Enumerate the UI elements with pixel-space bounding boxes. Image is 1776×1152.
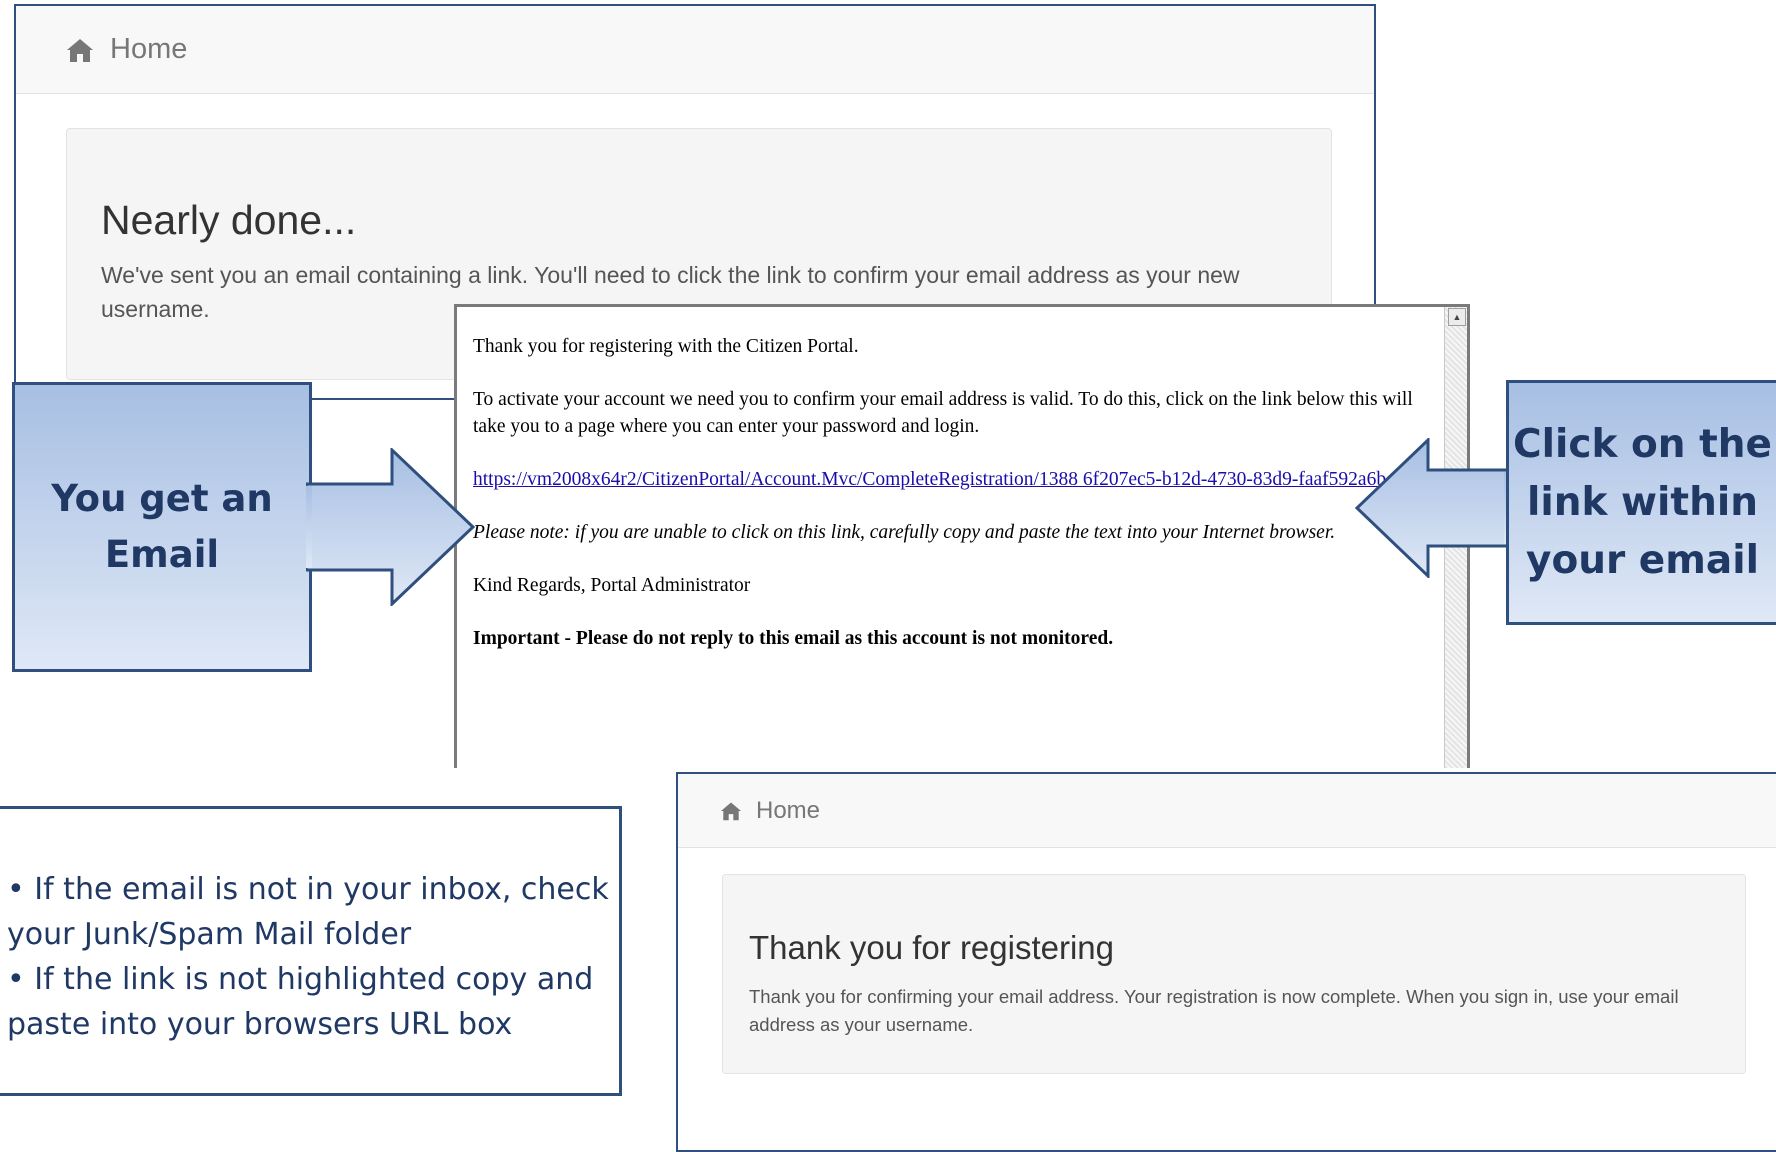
email-regards: Kind Regards, Portal Administrator xyxy=(473,575,751,596)
home-icon xyxy=(721,802,741,820)
registration-link[interactable]: https://vm2008x64r2/CitizenPortal/Accoun… xyxy=(473,469,1405,490)
scroll-up-arrow-icon[interactable]: ▲ xyxy=(1448,308,1466,326)
arrow-right-icon xyxy=(306,448,476,606)
callout-right-line3: your email xyxy=(1526,537,1759,583)
email-thank-you: Thank you for registering with the Citiz… xyxy=(473,336,859,357)
email-note: Please note: if you are unable to click … xyxy=(473,522,1336,543)
email-activate-text: To activate your account we need you to … xyxy=(473,389,1413,437)
navbar: Home xyxy=(678,774,1776,848)
email-message-window: Thank you for registering with the Citiz… xyxy=(454,304,1470,768)
nav-home-label: Home xyxy=(110,33,188,65)
nav-home-link[interactable]: Home xyxy=(720,797,820,825)
tips-box: • If the email is not in your inbox, che… xyxy=(0,806,622,1096)
callout-you-get-email: You get an Email xyxy=(12,382,312,672)
registration-complete-panel: Thank you for registering Thank you for … xyxy=(722,874,1746,1074)
arrow-left-icon xyxy=(1354,438,1510,578)
page-title: Thank you for registering xyxy=(749,929,1115,966)
portal-window-registration-complete: Home Thank you for registering Thank you… xyxy=(676,772,1776,1152)
email-body: Thank you for registering with the Citiz… xyxy=(473,333,1423,678)
callout-right-line1: Click on the xyxy=(1513,421,1772,467)
email-important: Important - Please do not reply to this … xyxy=(473,628,1114,649)
registration-complete-message: Thank you for confirming your email addr… xyxy=(749,986,1679,1035)
nav-home-link[interactable]: Home xyxy=(66,33,187,66)
callout-left-line1: You get an xyxy=(51,477,273,520)
tip-copy-link: • If the link is not highlighted copy an… xyxy=(7,962,594,1042)
callout-left-line2: Email xyxy=(104,533,220,576)
callout-click-link: Click on the link within your email xyxy=(1506,380,1776,625)
nav-home-label: Home xyxy=(756,796,821,824)
navbar: Home xyxy=(16,6,1374,94)
callout-right-line2: link within xyxy=(1527,479,1758,525)
page-title: Nearly done... xyxy=(101,197,357,243)
home-icon xyxy=(67,38,93,62)
tip-check-spam: • If the email is not in your inbox, che… xyxy=(7,872,609,952)
